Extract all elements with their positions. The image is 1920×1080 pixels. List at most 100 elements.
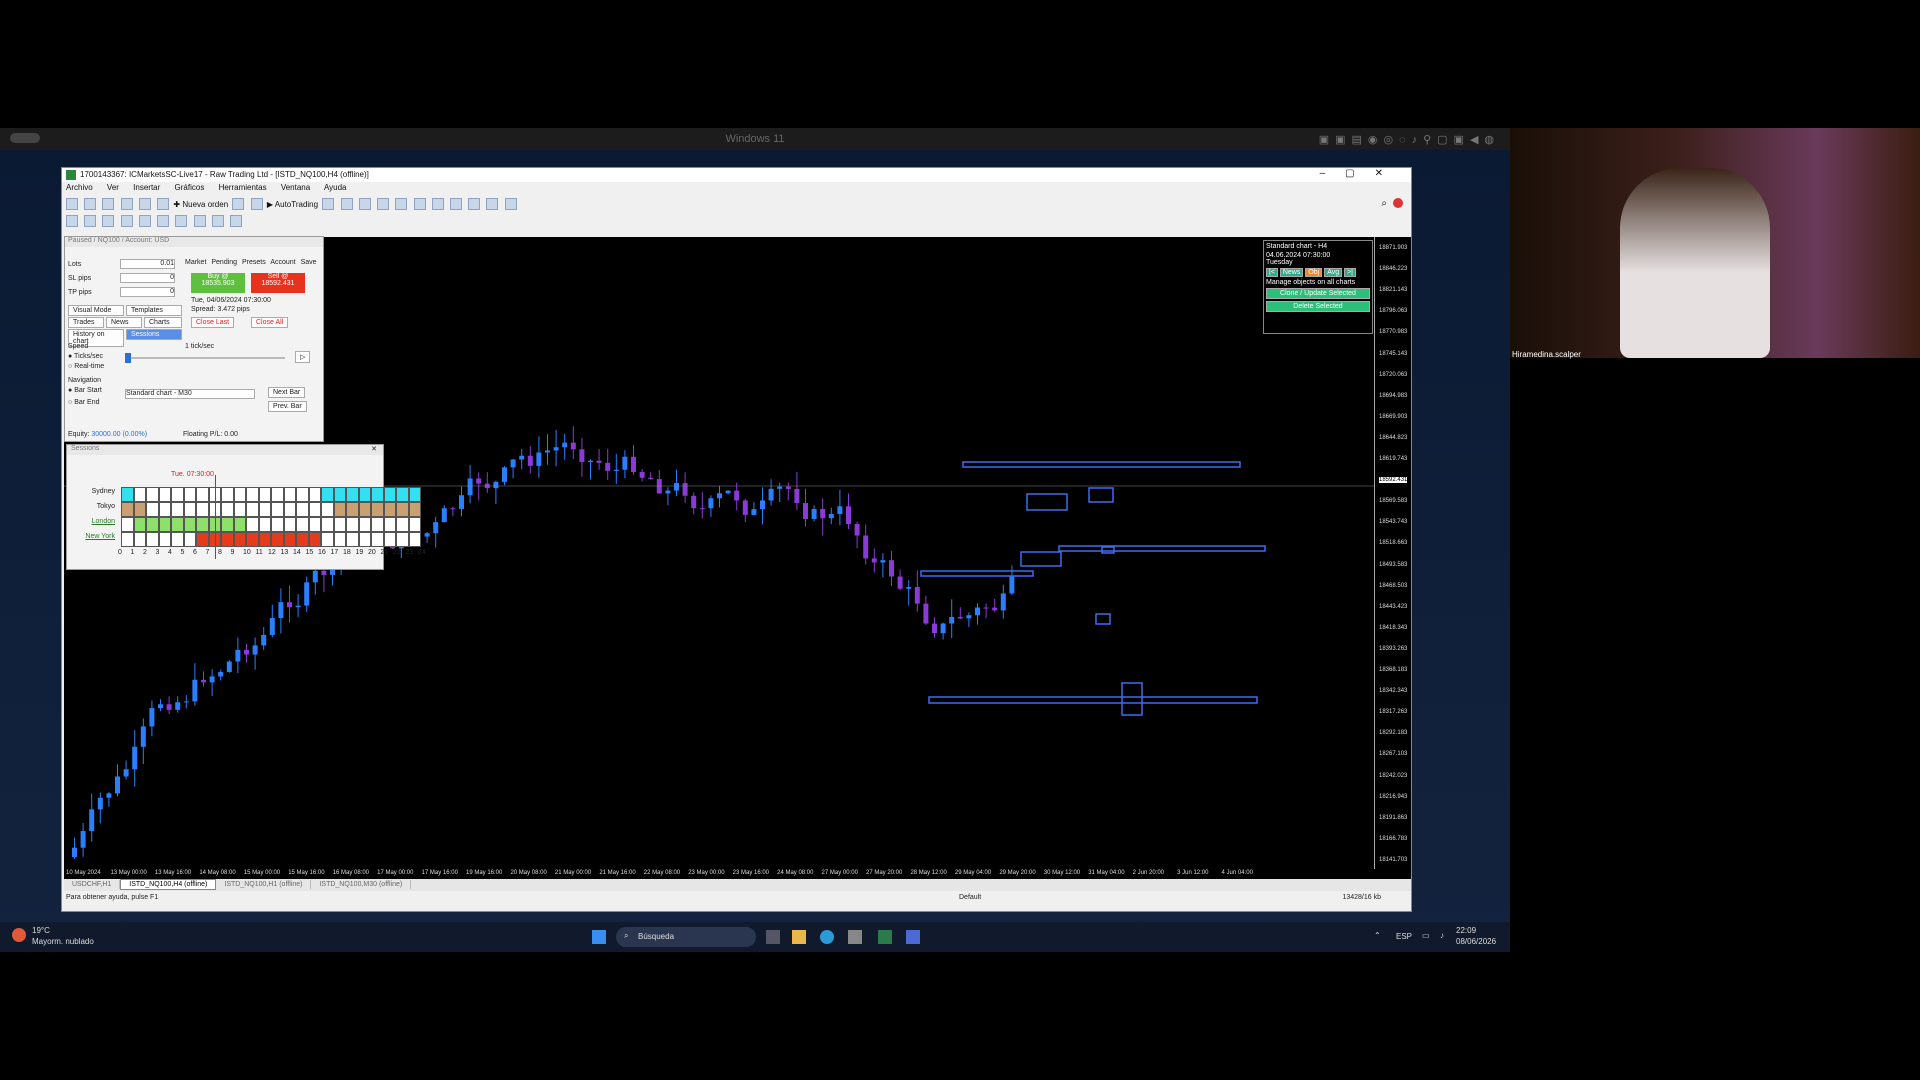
bar-chart-icon[interactable] (322, 198, 335, 210)
menu-archivo[interactable]: Archivo (66, 183, 93, 192)
navigator-icon[interactable] (120, 198, 133, 210)
tab-account[interactable]: Account (270, 259, 295, 266)
terminal-icon[interactable] (138, 198, 151, 210)
crosshair-icon[interactable] (84, 215, 97, 227)
zone-rectangle[interactable] (1088, 487, 1114, 503)
zone-rectangle[interactable] (920, 570, 1034, 577)
signals-icon[interactable] (250, 198, 263, 210)
weather-icon[interactable] (12, 928, 26, 942)
menu-ver[interactable]: Ver (107, 183, 119, 192)
session-label[interactable]: New York (71, 533, 115, 540)
menu-ventana[interactable]: Ventana (281, 183, 310, 192)
next-bar-button[interactable]: Next Bar (268, 387, 306, 398)
clone-update-button[interactable]: Clone / Update Selected (1266, 288, 1370, 299)
avg-toggle[interactable]: Avg (1324, 268, 1343, 277)
radio-realtime[interactable]: ○ Real-time (68, 363, 104, 370)
prev-news-button[interactable]: |< (1266, 268, 1278, 277)
radio-bar-end[interactable]: ○ Bar End (68, 399, 99, 406)
tab-nq100-h4[interactable]: ISTD_NQ100,H4 (offline) (120, 879, 217, 890)
file-explorer-icon[interactable] (792, 930, 806, 944)
window-controls[interactable]: –▢✕ (1320, 168, 1403, 179)
zone-rectangle[interactable] (928, 696, 1258, 704)
tile-icon[interactable] (413, 198, 426, 210)
session-label[interactable]: London (71, 518, 115, 525)
search-box[interactable]: ⌕ Búsqueda (616, 927, 756, 947)
menu-herramientas[interactable]: Herramientas (219, 183, 267, 192)
trades-button[interactable]: Trades (68, 317, 104, 328)
zone-rectangle[interactable] (1058, 545, 1266, 552)
zoom-out-icon[interactable] (395, 198, 408, 210)
sessions-button[interactable]: Sessions (126, 329, 182, 340)
network-icon[interactable]: ▭ (1422, 931, 1430, 940)
zone-rectangle[interactable] (1020, 551, 1062, 567)
close-last-button[interactable]: Close Last (191, 317, 235, 328)
tab-usdchf-h1[interactable]: USDCHF,H1 (64, 880, 121, 889)
zone-rectangle[interactable] (962, 461, 1241, 468)
tester-icon[interactable] (157, 198, 170, 210)
tab-nq100-m30[interactable]: ISTD_NQ100,M30 (offline) (311, 880, 412, 889)
menu-insertar[interactable]: Insertar (133, 183, 160, 192)
zone-rectangle[interactable] (1095, 613, 1111, 625)
speed-slider[interactable] (125, 353, 285, 363)
label-icon[interactable] (211, 215, 224, 227)
edge-icon[interactable] (820, 930, 834, 944)
visual-mode-button[interactable]: Visual Mode (68, 305, 124, 316)
metaeditor-icon[interactable] (232, 198, 245, 210)
sl-input[interactable]: 0 (120, 273, 175, 283)
vertical-line-icon[interactable] (102, 215, 115, 227)
arrows-icon[interactable] (230, 215, 243, 227)
tp-input[interactable]: 0 (120, 287, 175, 297)
delete-selected-button[interactable]: Delete Selected (1266, 301, 1370, 312)
volume-icon[interactable]: ♪ (1440, 931, 1444, 940)
next-news-button[interactable]: >| (1344, 268, 1356, 277)
autotrading-button[interactable]: ▶ AutoTrading (267, 200, 318, 209)
menu-graficos[interactable]: Gráficos (175, 183, 205, 192)
channel-icon[interactable] (157, 215, 170, 227)
close-icon[interactable]: ✕ (371, 445, 377, 453)
search-icon[interactable]: ⌕ (1381, 198, 1387, 209)
profiles-icon[interactable] (84, 198, 97, 210)
menu-ayuda[interactable]: Ayuda (324, 183, 347, 192)
text-icon[interactable] (193, 215, 206, 227)
play-button[interactable]: ▷ (295, 351, 311, 363)
new-order-button[interactable]: ✚ Nueva orden (173, 200, 228, 209)
shift-icon[interactable] (449, 198, 462, 210)
language-indicator[interactable]: ESP (1396, 932, 1412, 941)
news-button[interactable]: News (106, 317, 142, 328)
zone-rectangle[interactable] (1121, 682, 1143, 716)
radio-bar-start[interactable]: ● Bar Start (68, 387, 102, 394)
tab-nq100-h1[interactable]: ISTD_NQ100,H1 (offline) (216, 880, 312, 889)
alert-icon[interactable] (1393, 198, 1403, 208)
close-all-button[interactable]: Close All (251, 317, 289, 328)
line-chart-icon[interactable] (358, 198, 371, 210)
zoom-in-icon[interactable] (377, 198, 390, 210)
zone-rectangle[interactable] (1101, 546, 1115, 554)
notepad-icon[interactable] (906, 930, 920, 944)
sell-button[interactable]: Sell @18592.431 (251, 273, 305, 293)
radio-ticks[interactable]: ● Ticks/sec (68, 353, 103, 360)
new-chart-icon[interactable] (66, 198, 78, 210)
templates-icon[interactable] (504, 198, 517, 210)
task-view-icon[interactable] (766, 930, 780, 944)
indicators-icon[interactable] (468, 198, 481, 210)
buy-button[interactable]: Buy @18535.903 (191, 273, 245, 293)
templates-button[interactable]: Templates (126, 305, 182, 316)
trendline-icon[interactable] (138, 215, 151, 227)
chart-select[interactable]: Standard chart - M30 (125, 389, 255, 399)
market-watch-icon[interactable] (102, 198, 115, 210)
charts-button[interactable]: Charts (144, 317, 182, 328)
periods-icon[interactable] (486, 198, 499, 210)
tab-presets[interactable]: Presets (242, 259, 266, 266)
lots-input[interactable]: 0.01 (120, 259, 175, 269)
store-icon[interactable] (848, 930, 862, 944)
start-icon[interactable] (592, 930, 606, 944)
obj-toggle[interactable]: Obj (1305, 268, 1323, 277)
candle-chart-icon[interactable] (340, 198, 353, 210)
autoscroll-icon[interactable] (431, 198, 444, 210)
tab-save[interactable]: Save (301, 259, 317, 266)
horizontal-line-icon[interactable] (120, 215, 133, 227)
chevron-up-icon[interactable]: ⌃ (1374, 931, 1381, 940)
zone-rectangle[interactable] (1026, 493, 1068, 511)
prev-bar-button[interactable]: Prev. Bar (268, 401, 307, 412)
tab-pending[interactable]: Pending (211, 259, 237, 266)
